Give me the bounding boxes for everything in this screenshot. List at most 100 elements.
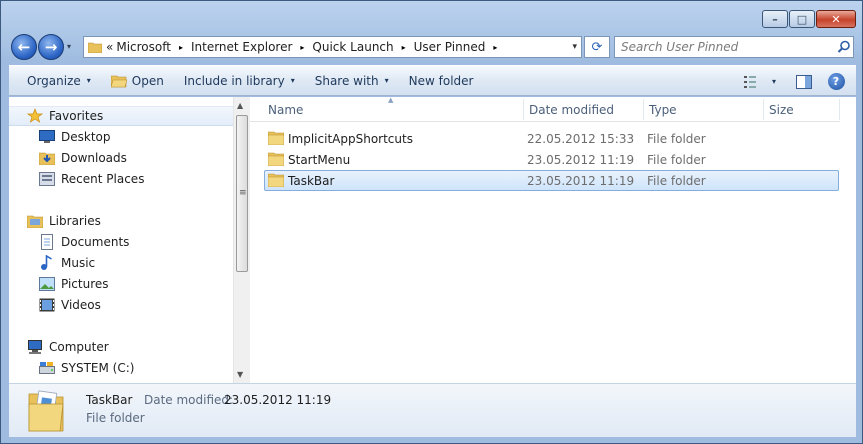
documents-icon xyxy=(39,234,55,250)
navigation-bar: ← → ▾ « Microsoft ▸ Internet Explorer ▸ … xyxy=(9,32,856,62)
file-type: File folder xyxy=(647,131,706,146)
change-view-button[interactable] xyxy=(738,70,766,94)
preview-pane-button[interactable] xyxy=(790,70,818,94)
nav-documents-label: Documents xyxy=(61,235,130,249)
music-icon xyxy=(39,255,55,271)
nav-desktop[interactable]: Desktop xyxy=(39,127,111,147)
search-box[interactable] xyxy=(614,36,854,58)
details-date-label: Date modified: xyxy=(144,393,234,407)
nav-computer[interactable]: Computer xyxy=(27,337,109,357)
details-date-value: 23.05.2012 11:19 xyxy=(224,393,332,407)
file-date-modified: 23.05.2012 11:19 xyxy=(527,152,635,167)
nav-favorites[interactable]: Favorites xyxy=(9,106,233,126)
nav-favorites-label: Favorites xyxy=(49,109,104,123)
drive-icon xyxy=(39,360,55,376)
nav-computer-label: Computer xyxy=(49,340,109,354)
nav-desktop-label: Desktop xyxy=(61,130,111,144)
column-header: ▲ Name Date modified Type Size xyxy=(250,96,840,122)
breadcrumb-quick-launch[interactable]: Quick Launch xyxy=(312,40,393,54)
column-name[interactable]: Name xyxy=(262,97,522,122)
breadcrumb-separator-icon[interactable]: ▸ xyxy=(402,43,406,52)
share-with-menu[interactable]: Share with ▾ xyxy=(305,69,399,93)
details-file-type: File folder xyxy=(86,411,145,425)
column-date-modified[interactable]: Date modified xyxy=(523,97,643,122)
nav-recent-places[interactable]: Recent Places xyxy=(39,169,144,189)
include-in-library-label: Include in library xyxy=(183,73,285,88)
details-file-name: TaskBar xyxy=(86,393,133,407)
nav-libraries[interactable]: Libraries xyxy=(27,211,101,231)
organize-label: Organize xyxy=(27,73,81,88)
open-folder-icon xyxy=(110,75,127,87)
scroll-up-icon[interactable]: ▲ xyxy=(237,101,243,110)
recent-places-icon xyxy=(39,171,55,187)
details-pane: TaskBar Date modified: 23.05.2012 11:19 … xyxy=(9,383,856,437)
chevron-down-icon: ▾ xyxy=(384,76,389,85)
maximize-button[interactable]: □ xyxy=(789,10,815,28)
include-in-library-menu[interactable]: Include in library ▾ xyxy=(174,69,305,93)
column-size[interactable]: Size xyxy=(763,97,840,122)
file-date-modified: 23.05.2012 11:19 xyxy=(527,173,635,188)
nav-music[interactable]: Music xyxy=(39,253,95,273)
column-divider[interactable] xyxy=(839,99,840,120)
nav-pictures[interactable]: Pictures xyxy=(39,274,109,294)
chevron-down-icon: ▾ xyxy=(86,76,91,85)
nav-documents[interactable]: Documents xyxy=(39,232,129,252)
help-button[interactable]: ? xyxy=(822,70,850,94)
navigation-pane: Favorites Desktop Downloads Recent Place… xyxy=(9,97,233,383)
folder-icon xyxy=(88,42,102,53)
file-type: File folder xyxy=(647,152,706,167)
breadcrumb-overflow[interactable]: « xyxy=(106,40,113,54)
scroll-down-icon[interactable]: ▼ xyxy=(237,370,243,379)
address-bar[interactable]: « Microsoft ▸ Internet Explorer ▸ Quick … xyxy=(83,36,582,58)
column-type[interactable]: Type xyxy=(643,97,763,122)
breadcrumb-separator-icon[interactable]: ▸ xyxy=(300,43,304,52)
organize-menu[interactable]: Organize ▾ xyxy=(17,69,101,93)
computer-icon xyxy=(27,339,43,355)
nav-system-drive[interactable]: SYSTEM (C:) xyxy=(39,358,134,378)
file-row[interactable]: StartMenu 23.05.2012 11:19 File folder xyxy=(264,149,839,170)
star-icon xyxy=(27,108,43,124)
nav-downloads[interactable]: Downloads xyxy=(39,148,127,168)
breadcrumb-microsoft[interactable]: Microsoft xyxy=(116,40,171,54)
nav-music-label: Music xyxy=(61,256,96,270)
nav-system-drive-label: SYSTEM (C:) xyxy=(61,361,135,375)
file-list-pane: ▲ Name Date modified Type Size ImplicitA… xyxy=(250,96,856,383)
recent-pages-dropdown[interactable]: ▾ xyxy=(67,42,71,51)
search-input[interactable] xyxy=(615,38,835,56)
address-dropdown-icon[interactable]: ▾ xyxy=(572,42,577,52)
new-folder-button[interactable]: New folder xyxy=(399,69,484,93)
scrollbar-thumb[interactable]: ≡ xyxy=(236,115,248,272)
nav-videos[interactable]: Videos xyxy=(39,295,101,315)
nav-downloads-label: Downloads xyxy=(61,151,127,165)
breadcrumb-user-pinned[interactable]: User Pinned xyxy=(414,40,486,54)
breadcrumb-internet-explorer[interactable]: Internet Explorer xyxy=(191,40,292,54)
file-name: StartMenu xyxy=(288,152,351,167)
file-name: ImplicitAppShortcuts xyxy=(288,131,413,146)
search-icon[interactable] xyxy=(835,38,853,56)
folder-icon xyxy=(268,173,284,187)
view-list-icon xyxy=(744,75,756,88)
close-button[interactable]: ✕ xyxy=(816,10,856,28)
file-type: File folder xyxy=(647,173,706,188)
scrollbar-grip-icon: ≡ xyxy=(239,188,247,198)
downloads-folder-icon xyxy=(39,150,55,166)
videos-icon xyxy=(39,297,55,313)
folder-icon xyxy=(268,131,284,145)
preview-pane-icon xyxy=(796,74,812,89)
open-label: Open xyxy=(131,73,164,88)
breadcrumb-separator-icon[interactable]: ▸ xyxy=(179,43,183,52)
file-row-selected[interactable]: TaskBar 23.05.2012 11:19 File folder xyxy=(264,170,839,191)
navigation-pane-scrollbar[interactable]: ▲ ≡ ▼ xyxy=(233,97,250,383)
command-bar: Organize ▾ Open Include in library ▾ Sha… xyxy=(9,65,856,96)
refresh-button[interactable]: ⟳ xyxy=(584,36,610,58)
back-button[interactable]: ← xyxy=(11,34,37,60)
breadcrumb-separator-icon[interactable]: ▸ xyxy=(493,43,497,52)
forward-button[interactable]: → xyxy=(38,34,64,60)
file-name: TaskBar xyxy=(288,173,335,188)
minimize-button[interactable]: – xyxy=(762,10,788,28)
file-date-modified: 22.05.2012 15:33 xyxy=(527,131,635,146)
open-button[interactable]: Open xyxy=(101,69,174,93)
desktop-icon xyxy=(39,129,55,145)
file-row[interactable]: ImplicitAppShortcuts 22.05.2012 15:33 Fi… xyxy=(264,128,839,149)
view-options-dropdown[interactable]: ▾ xyxy=(766,70,782,94)
